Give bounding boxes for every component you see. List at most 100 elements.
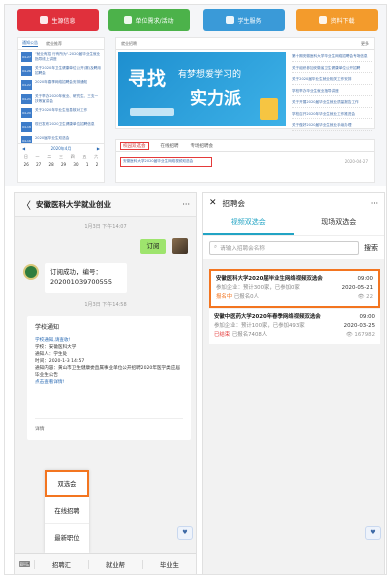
fair-status: 报名中: [216, 294, 233, 300]
calendar-day[interactable]: 28: [49, 162, 54, 167]
fair-item[interactable]: 安徽中医药大学2020年春季网络视频双选会 09:00 参加企业：预计100家，已…: [209, 309, 380, 344]
news-date: 04-26: [21, 66, 32, 76]
menu-item-online[interactable]: 在线招聘: [45, 497, 89, 524]
student-service-label: 学生服务: [237, 17, 262, 25]
list-item[interactable]: 第十期安徽医科大学毕业生网络招聘会专场信息: [292, 54, 372, 62]
list-item[interactable]: 关于做好2020届毕业生就业手续办理: [292, 123, 372, 131]
promo-banner[interactable]: 寻找 有梦想爱学习的 实力派: [118, 52, 286, 126]
service-icon: [226, 16, 235, 24]
download-icon: [319, 16, 328, 24]
calendar-day[interactable]: 2: [96, 162, 99, 167]
list-item[interactable]: 学校举办毕业生就业指导讲座: [292, 89, 372, 96]
prev-month-icon[interactable]: ◀: [22, 146, 25, 152]
list-item[interactable]: 关于2020届毕业生就业相关工作安排: [292, 77, 372, 85]
calendar-day[interactable]: 1: [86, 162, 89, 167]
list-item[interactable]: 关于组织参加安徽省卫生健康单位公开招聘: [292, 66, 372, 73]
next-month-icon[interactable]: ▶: [97, 146, 100, 152]
calendar-day[interactable]: 30: [73, 162, 78, 167]
list-item[interactable]: 04-20 关于2020年毕业生信息核对工作: [21, 108, 101, 121]
news-date: 04-27: [21, 52, 32, 62]
calendar: ◀ 2020年4月 ▶ 日 一 二 三 四 五 六 26 27 28 29 30 1 2: [17, 143, 105, 183]
calendar-day[interactable]: 26: [24, 162, 29, 167]
menu-graduate[interactable]: 毕业生: [143, 560, 196, 569]
fair-registered: 已报名0人: [233, 294, 259, 300]
student-info-button[interactable]: 生源信息: [17, 9, 99, 31]
detail-link[interactable]: 详情: [35, 418, 183, 432]
keyboard-icon[interactable]: ⌨: [15, 560, 35, 569]
student-info-label: 生源信息: [51, 17, 76, 25]
news-text: 现已发布2020卫生健康单位招聘信息: [35, 122, 95, 126]
views-value: 167982: [354, 332, 375, 338]
timestamp: 1月3日 下午14:07: [84, 224, 127, 230]
pencil-icon: [260, 98, 278, 120]
list-item[interactable]: 04-27 "就业有招 行有所为"-2020届毕业生就业指导线上讲座: [21, 52, 101, 65]
banner-title: 寻找: [128, 68, 167, 90]
fair-tabs: 校园双选会 在线招聘 专场招聘会: [116, 140, 374, 152]
wechat-chat-screen: 〈 安徽医科大学就业创业 ··· 1月3日 下午14:07 订阅 订阅成功，编号…: [14, 192, 197, 574]
avatar[interactable]: [172, 238, 188, 254]
list-item[interactable]: 04-21 关于举办2020年就业、研究生、三支一扶等宣讲会: [21, 94, 101, 107]
calendar-day[interactable]: 27: [36, 162, 41, 167]
view-count: 👁 22: [358, 293, 373, 302]
download-button[interactable]: 资料下载: [296, 9, 378, 31]
weekday: 三: [58, 154, 63, 159]
employer-demand-button[interactable]: 单位需求/活动: [108, 9, 190, 31]
tab-notices[interactable]: 通知公告: [22, 40, 38, 47]
banner-headline: 实力派: [190, 89, 241, 109]
notice-school: 学校：安徽医科大学: [35, 345, 77, 350]
notice-link[interactable]: 点击查看详情!: [35, 379, 183, 386]
outgoing-message: 订阅: [140, 239, 166, 254]
bottom-menu: ⌨ 招聘汇 就业帮 毕业生: [15, 553, 196, 574]
notice-card[interactable]: 学校通知 学校通知,请查收! 学校：安徽医科大学 通知人：学生处 时间：2020…: [27, 316, 191, 440]
fair-date: 2020-03-25: [343, 323, 375, 329]
weekday: 四: [70, 154, 75, 159]
recruit-card: 就业招聘 更多 寻找 有梦想爱学习的 实力派 第十期安徽医科大学毕业生网络招聘会…: [115, 37, 375, 131]
news-text: "就业有招 行有所为"-2020届毕业生就业指导线上讲座: [35, 52, 101, 61]
weekday: 日: [23, 154, 28, 159]
calendar-day[interactable]: 29: [61, 162, 66, 167]
calendar-days: 26 27 28 29 30 1 2: [18, 160, 104, 169]
fair-card: 校园双选会 在线招聘 专场招聘会 安徽医科大学2020届毕业生网络视频双选会 2…: [115, 139, 375, 183]
views-value: 22: [366, 294, 373, 300]
more-icon[interactable]: ···: [182, 200, 190, 209]
menu-item-fair[interactable]: 双选会: [45, 470, 89, 497]
student-service-button[interactable]: 学生服务: [203, 9, 285, 31]
search-input[interactable]: ⌕ 请输入招聘会名称: [209, 240, 359, 255]
tab-special-fair[interactable]: 专场招聘会: [191, 143, 214, 149]
fair-title: 安徽医科大学2020届毕业生网络视频双选会: [216, 276, 323, 282]
tab-campus-fair[interactable]: 校园双选会: [120, 141, 149, 150]
more-icon[interactable]: ···: [371, 199, 378, 208]
weekday: 五: [82, 154, 87, 159]
tab-onsite-fair[interactable]: 现场双选会: [294, 213, 385, 235]
list-item[interactable]: 学校召开2020年毕业生就业工作推进会: [292, 112, 372, 119]
list-item[interactable]: 关于开展2020届毕业生就业质量报告工作: [292, 100, 372, 108]
news-text: 2020届毕业生双选会: [35, 136, 70, 140]
search-button[interactable]: 搜索: [364, 243, 378, 253]
school-logo-avatar[interactable]: [23, 264, 39, 280]
notice-sender: 通知人：学生处: [35, 352, 68, 357]
tab-recruit[interactable]: 就业招聘: [121, 41, 137, 47]
menu-help[interactable]: 就业帮: [89, 560, 143, 569]
news-date: 04-21: [21, 94, 32, 104]
fair-companies: 参加企业：预计300家，已参加0家: [216, 285, 300, 291]
menu-recruit[interactable]: 招聘汇: [35, 560, 89, 569]
fair-link[interactable]: 安徽医科大学2020届毕业生网络视频双选会: [120, 157, 212, 167]
menu-item-latest[interactable]: 最新职位: [45, 524, 89, 551]
close-icon[interactable]: ✕: [209, 198, 217, 208]
employer-demand-label: 单位需求/活动: [135, 17, 174, 25]
back-icon[interactable]: 〈: [21, 197, 31, 212]
tab-video-fair[interactable]: 视频双选会: [203, 213, 294, 235]
fair-item[interactable]: 安徽医科大学2020届毕业生网络视频双选会 09:00 参加企业：预计300家，已…: [209, 269, 380, 308]
tab-recommend[interactable]: 就业推荐: [46, 41, 62, 47]
list-item[interactable]: 04-26 关于2020年卫生健康单位公开(赛)及聘用招聘会: [21, 66, 101, 79]
more-link[interactable]: 更多: [361, 41, 369, 47]
robot-icon[interactable]: ♥: [365, 526, 381, 540]
list-item[interactable]: 04-22 2020年春季网络招聘会安排通知: [21, 80, 101, 93]
robot-icon[interactable]: ♥: [177, 526, 193, 540]
fair-title: 安徽中医药大学2020年春季网络视频双选会: [214, 314, 321, 320]
list-item[interactable]: 04-18 现已发布2020卫生健康单位招聘信息: [21, 122, 101, 135]
weekday: 六: [94, 154, 99, 159]
tab-online-recruit[interactable]: 在线招聘: [161, 143, 179, 149]
chat-title: 安徽医科大学就业创业: [36, 200, 111, 209]
notice-title: 学校通知: [35, 324, 60, 331]
